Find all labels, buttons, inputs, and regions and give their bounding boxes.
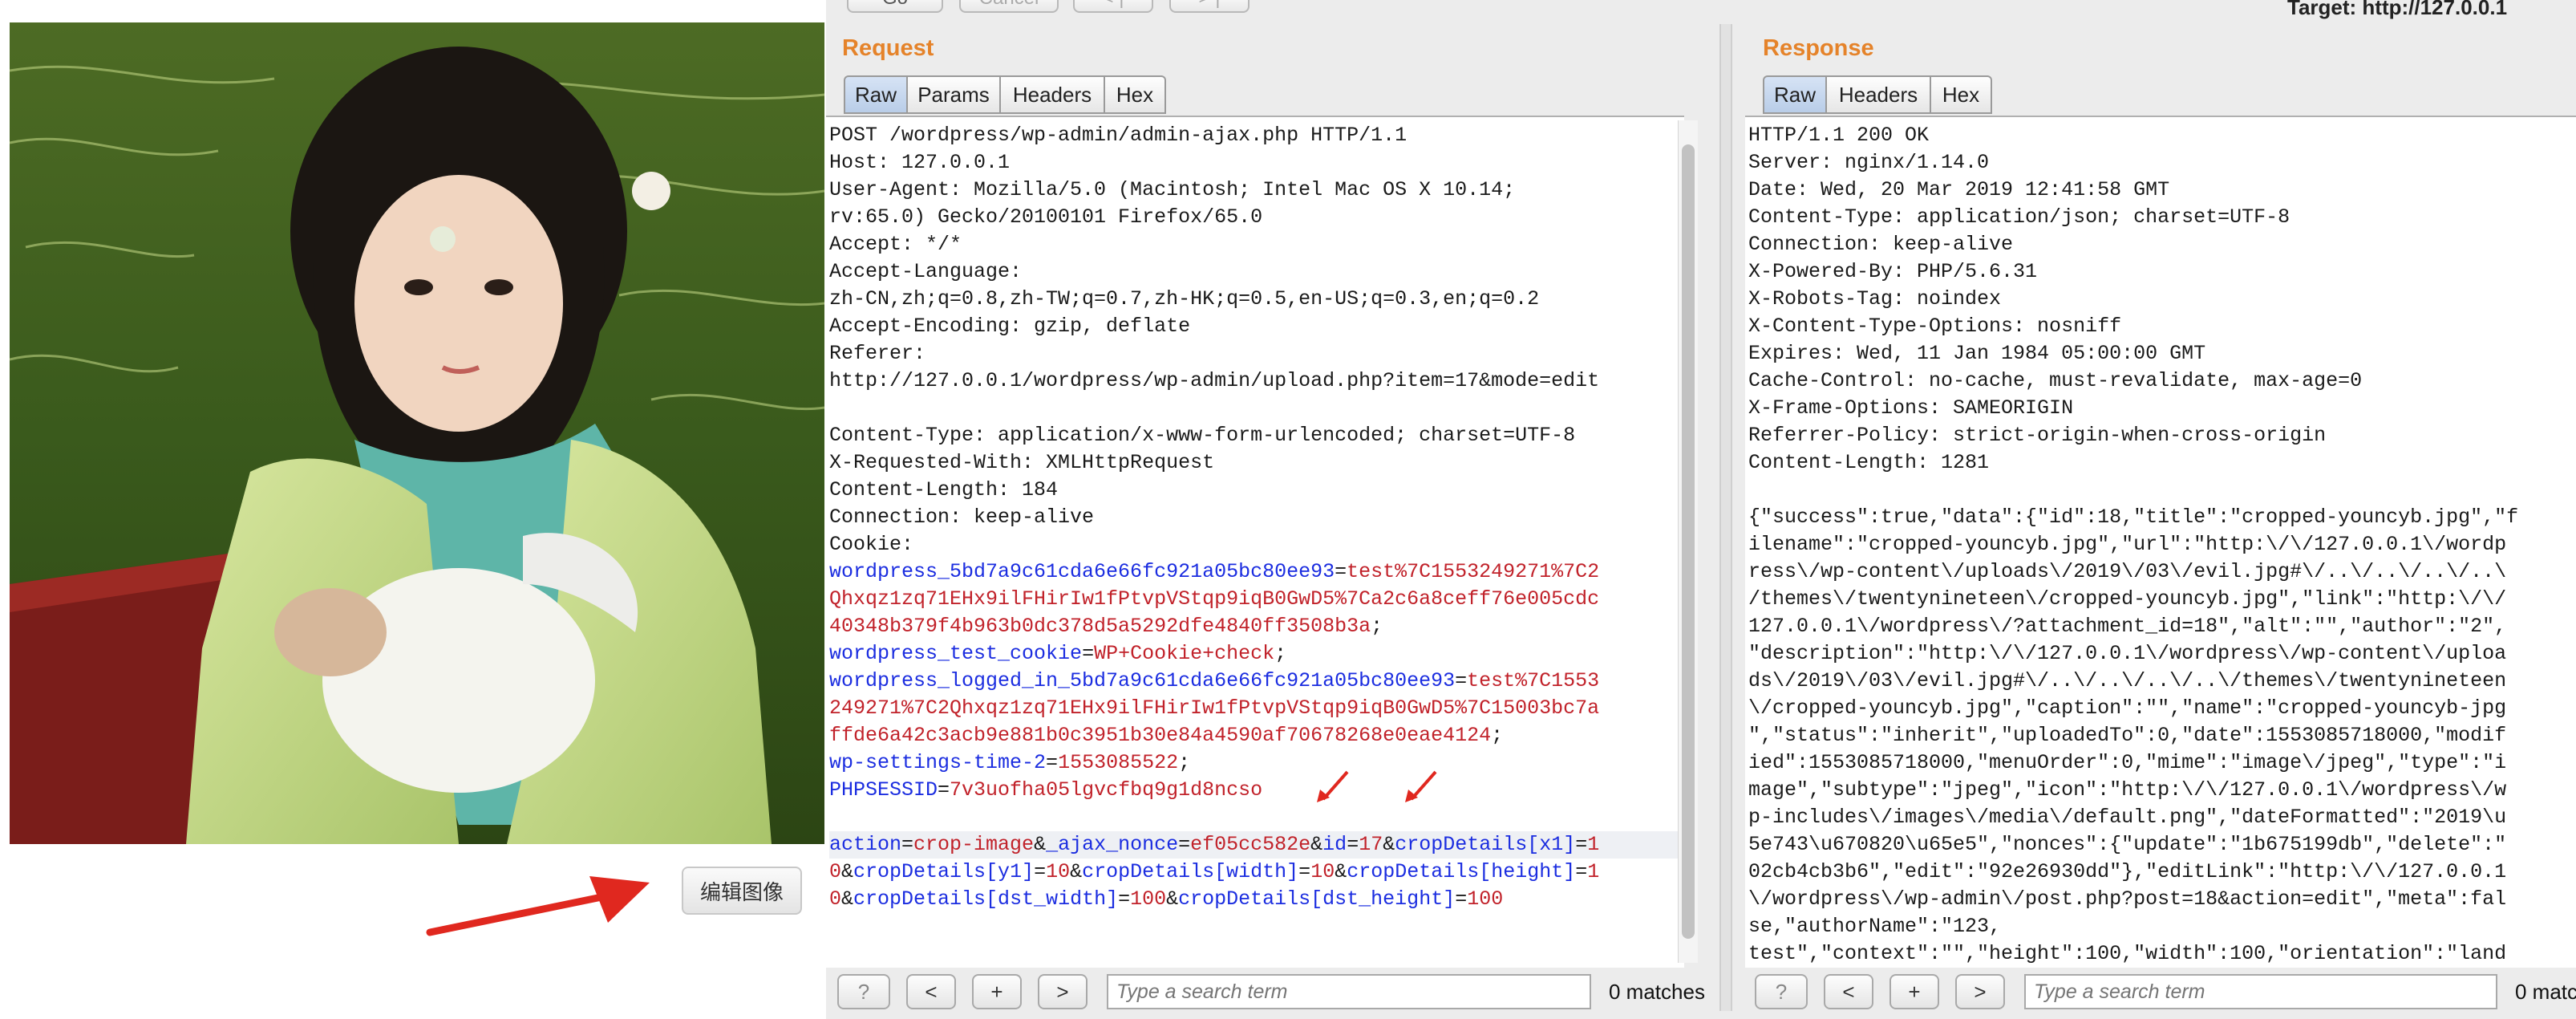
response-search-bar: ? < + > 0 matches [1755, 968, 2576, 1016]
next-match-button[interactable]: > [1038, 974, 1088, 1009]
response-search-input[interactable] [2024, 974, 2497, 1009]
add-button[interactable]: + [1889, 974, 1939, 1009]
request-title: Request [842, 35, 934, 61]
annotation-arrow [426, 876, 650, 936]
request-search-bar: ? < + > 0 matches [837, 968, 1705, 1016]
edit-image-button[interactable]: 编辑图像 [682, 867, 802, 915]
request-matches-count: 0 matches [1609, 979, 1705, 1004]
target-label: Target: http://127.0.0.1 [2287, 0, 2508, 19]
prev-match-button[interactable]: < [1824, 974, 1873, 1009]
help-button[interactable]: ? [837, 974, 890, 1009]
tab-hex[interactable]: Hex [1931, 75, 1992, 114]
cancel-button[interactable]: Cancel [959, 0, 1059, 13]
tab-headers[interactable]: Headers [1827, 75, 1931, 114]
forward-button[interactable]: > | [1169, 0, 1250, 13]
next-match-button[interactable]: > [1955, 974, 2005, 1009]
help-button[interactable]: ? [1755, 974, 1808, 1009]
tab-raw[interactable]: Raw [1763, 75, 1827, 114]
prev-match-button[interactable]: < [906, 974, 956, 1009]
request-tabs: Raw Params Headers Hex [844, 75, 1166, 114]
preview-image [10, 22, 824, 844]
tab-hex[interactable]: Hex [1105, 75, 1166, 114]
add-button[interactable]: + [972, 974, 1022, 1009]
request-scrollbar[interactable] [1678, 120, 1698, 963]
tab-raw[interactable]: Raw [844, 75, 908, 114]
response-text: HTTP/1.1 200 OK Server: nginx/1.14.0 Dat… [1748, 124, 2519, 965]
marker-arrow-nonce [1317, 770, 1349, 802]
request-search-input[interactable] [1107, 974, 1591, 1009]
request-editor[interactable]: POST /wordpress/wp-admin/admin-ajax.php … [826, 116, 1684, 968]
tab-params[interactable]: Params [908, 75, 1001, 114]
response-editor[interactable]: HTTP/1.1 200 OK Server: nginx/1.14.0 Dat… [1745, 116, 2576, 968]
request-text: POST /wordpress/wp-admin/admin-ajax.php … [826, 117, 1684, 913]
burp-repeater: Go Cancel < | > | Target: http://127.0.0… [826, 0, 2576, 1019]
back-button[interactable]: < | [1073, 0, 1153, 13]
go-button[interactable]: Go [847, 0, 943, 13]
marker-arrow-id [1405, 770, 1437, 802]
request-scrollbar-thumb[interactable] [1682, 144, 1695, 939]
response-title: Response [1763, 35, 1874, 61]
tab-headers[interactable]: Headers [1001, 75, 1105, 114]
response-tabs: Raw Headers Hex [1763, 75, 1992, 114]
response-matches-count: 0 matches [2515, 979, 2576, 1004]
panel-divider[interactable] [1719, 24, 1732, 1011]
